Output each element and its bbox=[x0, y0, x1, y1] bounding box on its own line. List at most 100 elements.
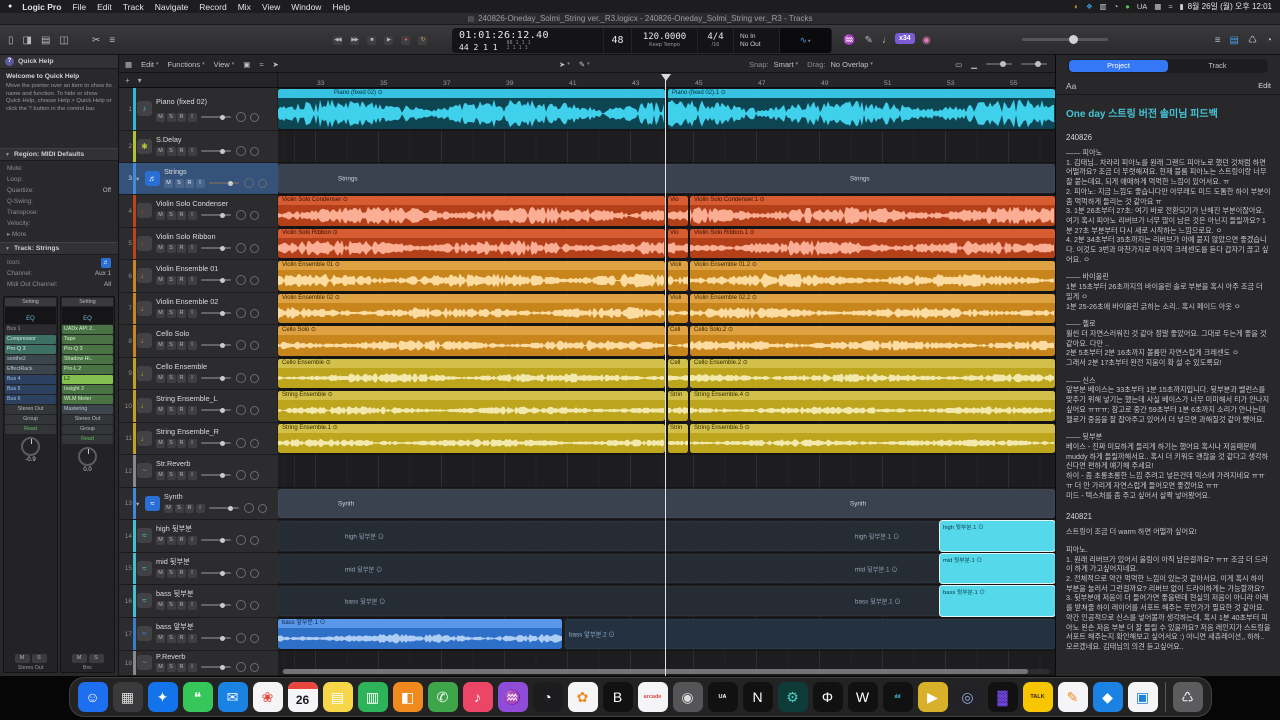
track-pan-knob[interactable] bbox=[235, 146, 246, 156]
input-monitor-button[interactable]: I bbox=[187, 146, 197, 156]
track-output-knob[interactable] bbox=[250, 243, 259, 253]
region-String Ensemble.1 ⊙[interactable]: String Ensemble.1 ⊙ bbox=[278, 424, 665, 453]
track-output-knob[interactable] bbox=[250, 340, 259, 350]
track-lane-15[interactable]: mid 뒷부분 ⊙ mid 뒷부분.1 ⊙ mid 뒷부분.1 ⊙ bbox=[278, 553, 1055, 585]
region-bass 앞부분.2 ⊙[interactable]: bass 앞부분.2 ⊙ bbox=[565, 619, 1055, 649]
inspector-row-midioutchannel[interactable]: Midi Out Channel: All bbox=[0, 279, 118, 290]
solo-button[interactable]: S bbox=[166, 243, 176, 253]
track-lane-5[interactable]: Violin Solo Ribbon ⊙ Vio Violin Solo Ribbo… bbox=[278, 228, 1055, 260]
region-Violin Solo Condenser.1 ⊙[interactable]: Violin Solo Condenser.1 ⊙ bbox=[690, 196, 1055, 226]
metronome-icon[interactable]: ♩ bbox=[882, 35, 892, 46]
note-pad-content[interactable]: One day 스트링 버전 솔미님 피드백 240826 —— 피아노 1. 김… bbox=[1056, 96, 1280, 676]
region-Strings[interactable]: Strings Strings bbox=[278, 164, 1055, 193]
pointer-tool[interactable]: ➤ ▾ bbox=[559, 60, 570, 69]
mute-button[interactable]: M bbox=[156, 662, 165, 672]
region-String Ensemble.4 ⊙[interactable]: String Ensemble.4 ⊙ bbox=[690, 391, 1055, 421]
track-pan-knob[interactable] bbox=[235, 275, 246, 285]
zoom-fit-icon[interactable]: ▭ bbox=[955, 60, 962, 69]
mute-button[interactable]: M bbox=[156, 633, 165, 643]
mute-button[interactable]: M bbox=[14, 654, 30, 663]
track-volume-slider[interactable] bbox=[201, 570, 231, 576]
pan-knob[interactable] bbox=[21, 437, 40, 456]
strip-setting-button[interactable]: Setting bbox=[62, 298, 113, 306]
wifi-icon[interactable]: ≈ bbox=[1168, 2, 1172, 11]
lcd-meter-section[interactable]: ∿ ▾ bbox=[780, 28, 832, 53]
region-mid 뒷부분.1 ⊙[interactable]: mid 뒷부분.1 ⊙ bbox=[940, 554, 1055, 583]
track-volume-slider[interactable] bbox=[201, 537, 231, 543]
record-enable-button[interactable]: R bbox=[177, 568, 186, 578]
record-enable-button[interactable]: R bbox=[177, 373, 186, 383]
region-Violi[interactable]: Violi bbox=[668, 294, 688, 323]
dock-orange-app[interactable]: ◧ bbox=[392, 682, 423, 712]
region-Violin Ensemble 02 ⊙[interactable]: Violin Ensemble 02 ⊙ bbox=[278, 294, 665, 323]
region-Violin Ensemble 02.2 ⊙[interactable]: Violin Ensemble 02.2 ⊙ bbox=[690, 294, 1055, 323]
input-monitor-button[interactable]: I bbox=[187, 340, 197, 350]
dock-butterfly-app[interactable]: ✿ bbox=[567, 682, 598, 712]
dock-photos[interactable]: ❀ bbox=[252, 682, 283, 712]
status-green-icon[interactable]: ● bbox=[1125, 2, 1130, 11]
record-enable-button[interactable]: R bbox=[177, 405, 186, 415]
record-enable-button[interactable]: R bbox=[177, 275, 186, 285]
plugin-slot-tape[interactable]: Tape bbox=[62, 335, 113, 344]
mute-button[interactable]: M bbox=[156, 210, 165, 220]
strip-eq-display[interactable]: EQ bbox=[5, 307, 56, 324]
zoom-vertical-slider[interactable] bbox=[1021, 61, 1047, 67]
record-enable-button[interactable]: R bbox=[185, 178, 194, 188]
lcd-display[interactable]: 01:01:26:12.40 44 2 1 1 88 1 1 11 1 1 1 … bbox=[452, 28, 832, 53]
dock-trash[interactable]: ♺ bbox=[1172, 682, 1203, 712]
dock-izotope-app[interactable]: ◎ bbox=[952, 682, 983, 712]
region-Cello Ensemble ⊙[interactable]: Cello Ensemble ⊙ bbox=[278, 359, 665, 388]
solo-button[interactable]: S bbox=[174, 178, 184, 188]
input-monitor-button[interactable]: I bbox=[195, 503, 205, 513]
solo-button[interactable]: S bbox=[166, 405, 176, 415]
master-volume-slider[interactable] bbox=[1022, 35, 1108, 44]
track-volume-slider[interactable] bbox=[201, 472, 231, 478]
region-bass 뒷부분 ⊙[interactable]: bass 뒷부분 ⊙ bass 뒷부분.1 ⊙ bbox=[278, 586, 1055, 616]
list-editors-toggle[interactable]: ≡ bbox=[109, 35, 115, 46]
region-Synth[interactable]: Synth Synth bbox=[278, 489, 1055, 518]
input-monitor-button[interactable]: I bbox=[195, 178, 205, 188]
track-pan-knob[interactable] bbox=[235, 568, 246, 578]
dock-arcade-app[interactable]: arcade bbox=[637, 682, 668, 712]
track-volume-slider[interactable] bbox=[209, 180, 239, 186]
region-high 뒷부분 ⊙[interactable]: high 뒷부분 ⊙ high 뒷부분.1 ⊙ bbox=[278, 521, 1055, 551]
plugin-slot-mastering[interactable]: Mastering bbox=[62, 405, 113, 414]
dock-pages[interactable]: ✎ bbox=[1057, 682, 1088, 712]
mute-button[interactable]: M bbox=[156, 340, 165, 350]
dock-waves-app[interactable]: W bbox=[847, 682, 878, 712]
library-toggle[interactable]: ▯ bbox=[8, 35, 14, 46]
dock-blue-app[interactable]: ◆ bbox=[1092, 682, 1123, 712]
plugin-slot-pro-q-3[interactable]: Pro-Q 3 bbox=[62, 345, 113, 354]
region-bass 앞부분.1 ⊙[interactable]: bass 앞부분.1 ⊙ bbox=[278, 619, 562, 649]
horizontal-scrollbar[interactable] bbox=[282, 669, 1050, 674]
mute-button[interactable]: M bbox=[156, 243, 165, 253]
zoom-horizontal-slider[interactable] bbox=[986, 61, 1012, 67]
cycle-button[interactable]: ↻ bbox=[418, 35, 427, 45]
track-volume-slider[interactable] bbox=[209, 505, 239, 511]
track-header-3[interactable]: 3 ▾ ♬ Strings M S R I bbox=[119, 163, 278, 195]
menu-record[interactable]: Record bbox=[199, 2, 226, 12]
track-header-14[interactable]: 14 ≈ high 뒷부분 M S R I bbox=[119, 520, 278, 553]
track-volume-slider[interactable] bbox=[201, 245, 231, 251]
quick-help-header[interactable]: ? Quick Help bbox=[0, 55, 118, 69]
group-selector[interactable]: Group bbox=[5, 415, 56, 424]
solo-button[interactable]: S bbox=[166, 340, 176, 350]
track-header-11[interactable]: 11 ♩ String Ensemble_R M S R I bbox=[119, 423, 278, 455]
solo-button[interactable]: S bbox=[166, 600, 176, 610]
menu-clock[interactable]: 8월 26일 (월) 오후 12:01 bbox=[1188, 1, 1272, 12]
track-header-12[interactable]: 12 ~ Str.Reverb M S R I bbox=[119, 455, 278, 488]
track-pan-knob[interactable] bbox=[235, 600, 246, 610]
track-pan-knob[interactable] bbox=[235, 210, 246, 220]
track-lane-14[interactable]: high 뒷부분 ⊙ high 뒷부분.1 ⊙ high 뒷부분.1 ⊙ bbox=[278, 520, 1055, 553]
region-String Ensemble ⊙[interactable]: String Ensemble ⊙ bbox=[278, 391, 665, 421]
menu-functions[interactable]: Functions ▾ bbox=[168, 60, 205, 69]
cpu-badge[interactable]: x34 bbox=[895, 33, 915, 44]
inspector-row-loop[interactable]: Loop: bbox=[0, 174, 118, 185]
plugin-slot-effectrack[interactable]: EffectRack bbox=[5, 365, 56, 374]
mute-button[interactable]: M bbox=[156, 112, 165, 122]
track-output-knob[interactable] bbox=[258, 503, 267, 513]
menu-edit[interactable]: Edit ▾ bbox=[141, 60, 158, 69]
region-Cello Ensemble.2 ⊙[interactable]: Cello Ensemble.2 ⊙ bbox=[690, 359, 1055, 388]
region-Piano (fixed 02) ⊙[interactable]: Piano (fixed 02) ⊙ bbox=[278, 89, 665, 129]
track-header-6[interactable]: 6 ♩ Violin Ensemble 01 M S R I bbox=[119, 260, 278, 293]
